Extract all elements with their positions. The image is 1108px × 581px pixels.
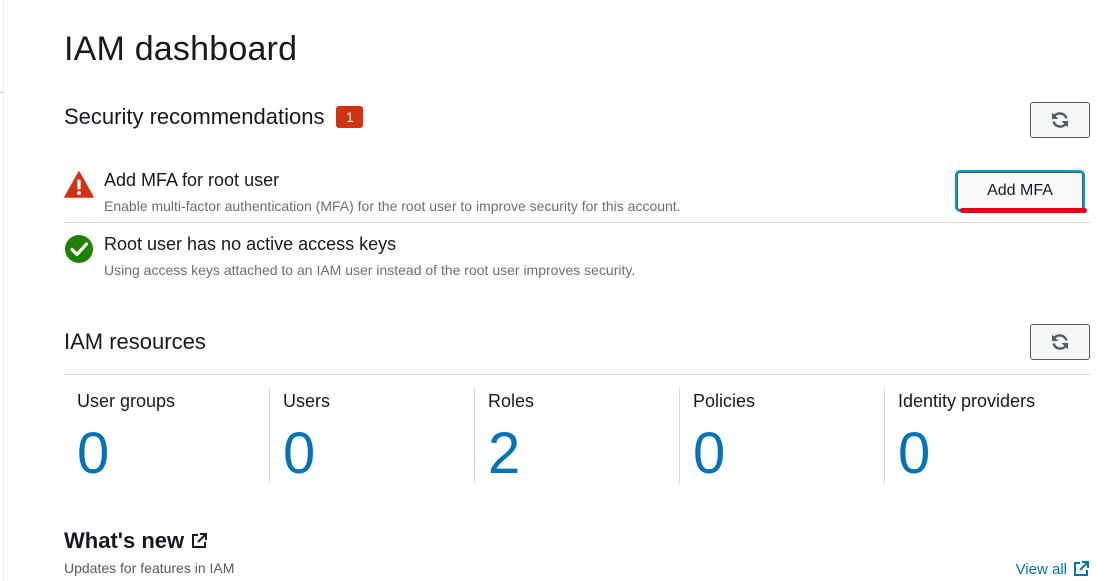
resource-label: Identity providers xyxy=(898,391,1036,411)
recommendation-title: Add MFA for root user xyxy=(104,170,280,190)
resource-label: Policies xyxy=(693,391,756,411)
side-navigation-edge xyxy=(0,0,4,581)
iam-resources-title: IAM resources xyxy=(64,329,206,354)
resource-count-link[interactable]: 0 xyxy=(77,422,109,486)
resources-grid: User groups 0 Users 0 Roles 2 Policies 0… xyxy=(64,388,1090,486)
iam-resources-header: IAM resources xyxy=(64,329,206,355)
resource-user-groups: User groups 0 xyxy=(64,388,269,486)
security-refresh-button[interactable] xyxy=(1030,102,1090,138)
recommendations-count-badge: 1 xyxy=(336,106,364,128)
external-link-icon xyxy=(192,533,208,548)
resources-divider xyxy=(64,374,1090,375)
security-recommendations-header: Security recommendations 1 xyxy=(64,104,364,130)
resource-identity-providers: Identity providers 0 xyxy=(884,388,1089,486)
view-all-label: View all xyxy=(1015,560,1067,578)
recommendation-title: Root user has no active access keys xyxy=(104,234,397,254)
view-all-link[interactable]: View all xyxy=(1016,560,1090,578)
resource-policies: Policies 0 xyxy=(679,388,884,486)
whats-new-header[interactable]: What's new xyxy=(64,528,208,554)
annotation-underline xyxy=(960,208,1087,213)
recommendation-item-add-mfa: Add MFA for root user Enable multi-facto… xyxy=(64,170,1090,220)
resource-count-link[interactable]: 0 xyxy=(283,422,315,486)
whats-new-title: What's new xyxy=(64,528,185,553)
resource-users: Users 0 xyxy=(269,388,474,486)
page-title: IAM dashboard xyxy=(64,30,298,68)
side-navigation-divider xyxy=(0,92,4,93)
resource-count-link[interactable]: 2 xyxy=(488,422,520,486)
refresh-icon xyxy=(1052,334,1068,350)
recommendation-description: Using access keys attached to an IAM use… xyxy=(104,262,636,278)
security-recommendations-title: Security recommendations xyxy=(64,104,325,129)
main-content: IAM dashboard Security recommendations 1… xyxy=(64,0,1090,581)
add-mfa-button[interactable]: Add MFA xyxy=(957,172,1083,210)
check-circle-icon xyxy=(65,235,93,263)
whats-new-subtitle: Updates for features in IAM xyxy=(64,560,235,576)
recommendation-divider xyxy=(64,222,1090,223)
warning-triangle-icon xyxy=(64,171,94,198)
resource-count-link[interactable]: 0 xyxy=(898,422,930,486)
resource-label: Users xyxy=(283,391,331,411)
resource-label: User groups xyxy=(77,391,176,411)
resource-count-link[interactable]: 0 xyxy=(693,422,725,486)
recommendation-item-access-keys: Root user has no active access keys Usin… xyxy=(64,234,1090,284)
resource-roles: Roles 2 xyxy=(474,388,679,486)
refresh-icon xyxy=(1052,112,1068,128)
external-link-icon xyxy=(1074,561,1089,576)
resource-label: Roles xyxy=(488,391,535,411)
recommendation-description: Enable multi-factor authentication (MFA)… xyxy=(104,198,681,214)
resources-refresh-button[interactable] xyxy=(1030,324,1090,360)
